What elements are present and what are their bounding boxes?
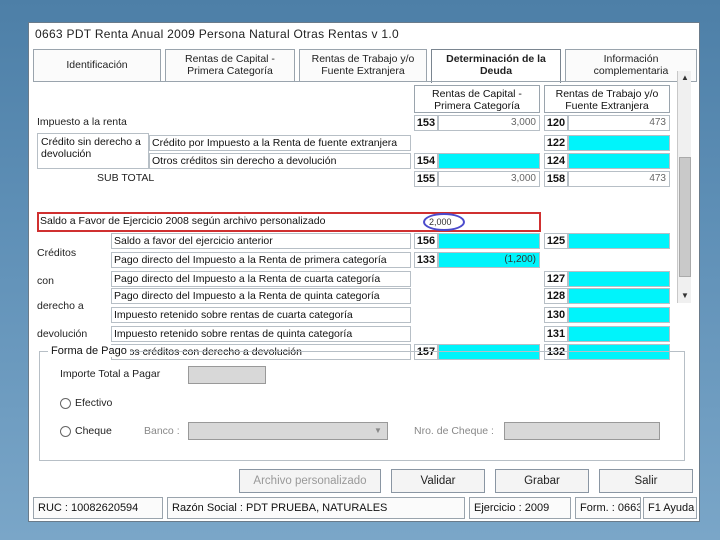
row-label-retenido-cuarta: Impuesto retenido sobre rentas de cuarta… (111, 307, 411, 323)
salir-button[interactable]: Salir (599, 469, 693, 493)
code-124: 124 (544, 153, 568, 169)
field-128[interactable] (568, 288, 670, 304)
tab-identificacion[interactable]: Identificación (33, 49, 161, 81)
row-label-pago-primera: Pago directo del Impuesto a la Renta de … (111, 252, 411, 268)
importe-input[interactable] (188, 366, 266, 384)
status-ayuda[interactable]: F1 Ayuda (643, 497, 697, 519)
field-124[interactable] (568, 153, 670, 169)
row-label-otros-creditos-sin: Otros créditos sin derecho a devolución (149, 153, 411, 169)
banco-label: Banco : (144, 425, 180, 437)
field-158: 473 (568, 171, 670, 187)
forma-pago-group: Forma de Pago Importe Total a Pagar Efec… (39, 345, 685, 461)
code-128: 128 (544, 288, 568, 304)
subtotal-label: SUB TOTAL (97, 172, 155, 184)
field-120: 473 (568, 115, 670, 131)
row-label-retenido-quinta: Impuesto retenido sobre rentas de quinta… (111, 326, 411, 342)
field-133[interactable]: (1,200) (438, 252, 540, 268)
field-154[interactable] (438, 153, 540, 169)
impuesto-label: Impuesto a la renta (37, 116, 127, 128)
field-156[interactable] (438, 233, 540, 249)
archivo-personalizado-button[interactable]: Archivo personalizado (239, 469, 381, 493)
tab-rentas-trabajo[interactable]: Rentas de Trabajo y/o Fuente Extranjera (299, 49, 427, 81)
status-ruc: RUC : 10082620594 (33, 497, 163, 519)
code-120: 120 (544, 115, 568, 131)
code-154: 154 (414, 153, 438, 169)
tab-rentas-capital[interactable]: Rentas de Capital - Primera Categoría (165, 49, 295, 81)
forma-pago-legend: Forma de Pago (48, 345, 130, 357)
tab-divider (33, 81, 697, 82)
code-156: 156 (414, 233, 438, 249)
field-130[interactable] (568, 307, 670, 323)
scroll-down-icon[interactable]: ▼ (678, 289, 692, 303)
field-122[interactable] (568, 135, 670, 151)
scroll-up-icon[interactable]: ▲ (678, 71, 692, 85)
vertical-scrollbar[interactable]: ▲ ▼ (677, 71, 691, 303)
code-153: 153 (414, 115, 438, 131)
column-header-trabajo: Rentas de Trabajo y/o Fuente Extranjera (544, 85, 670, 113)
efectivo-radio[interactable] (60, 398, 71, 409)
status-bar: RUC : 10082620594 Razón Social : PDT PRU… (33, 497, 697, 519)
creditos-con-derecho-word-2: con (37, 275, 54, 287)
status-form: Form. : 0663 (575, 497, 641, 519)
importe-label: Importe Total a Pagar (60, 368, 161, 380)
code-131: 131 (544, 326, 568, 342)
field-127[interactable] (568, 271, 670, 287)
cheque-label: Cheque (75, 425, 112, 437)
determinacion-panel: Rentas de Capital - Primera Categoría Re… (33, 83, 697, 365)
status-razon-social: Razón Social : PDT PRUEBA, NATURALES (167, 497, 465, 519)
row-label-saldo-anterior: Saldo a favor del ejercicio anterior (111, 233, 411, 249)
code-125: 125 (544, 233, 568, 249)
code-127: 127 (544, 271, 568, 287)
saldo-favor-value: 2,000 (429, 217, 452, 227)
tab-determinacion-deuda[interactable]: Determinación de la Deuda (431, 49, 561, 83)
nro-cheque-label: Nro. de Cheque : (414, 425, 494, 437)
field-153: 3,000 (438, 115, 540, 131)
field-131[interactable] (568, 326, 670, 342)
code-130: 130 (544, 307, 568, 323)
cheque-radio[interactable] (60, 426, 71, 437)
code-133: 133 (414, 252, 438, 268)
chevron-down-icon: ▼ (374, 426, 382, 435)
field-125[interactable] (568, 233, 670, 249)
row-label-credito-extranjera: Crédito por Impuesto a la Renta de fuent… (149, 135, 411, 151)
creditos-con-derecho-word-3: derecho a (37, 300, 84, 312)
row-label-pago-cuarta: Pago directo del Impuesto a la Renta de … (111, 271, 411, 287)
status-ejercicio: Ejercicio : 2009 (469, 497, 571, 519)
code-158: 158 (544, 171, 568, 187)
scroll-thumb[interactable] (679, 157, 691, 277)
code-122: 122 (544, 135, 568, 151)
nro-cheque-input[interactable] (504, 422, 660, 440)
credito-sin-derecho-group: Crédito sin derecho a devolución (37, 133, 149, 169)
validar-button[interactable]: Validar (391, 469, 485, 493)
saldo-favor-row: Saldo a Favor de Ejercicio 2008 según ar… (37, 212, 541, 232)
creditos-con-derecho-word-4: devolución (37, 328, 88, 340)
code-155: 155 (414, 171, 438, 187)
banco-select[interactable] (188, 422, 388, 440)
grabar-button[interactable]: Grabar (495, 469, 589, 493)
row-label-pago-quinta: Pago directo del Impuesto a la Renta de … (111, 288, 411, 304)
window-title: 0663 PDT Renta Anual 2009 Persona Natura… (29, 23, 699, 47)
field-155: 3,000 (438, 171, 540, 187)
creditos-con-derecho-word-1: Créditos (37, 247, 77, 259)
app-window: 0663 PDT Renta Anual 2009 Persona Natura… (28, 22, 700, 522)
column-header-primera: Rentas de Capital - Primera Categoría (414, 85, 540, 113)
efectivo-label: Efectivo (75, 397, 113, 409)
